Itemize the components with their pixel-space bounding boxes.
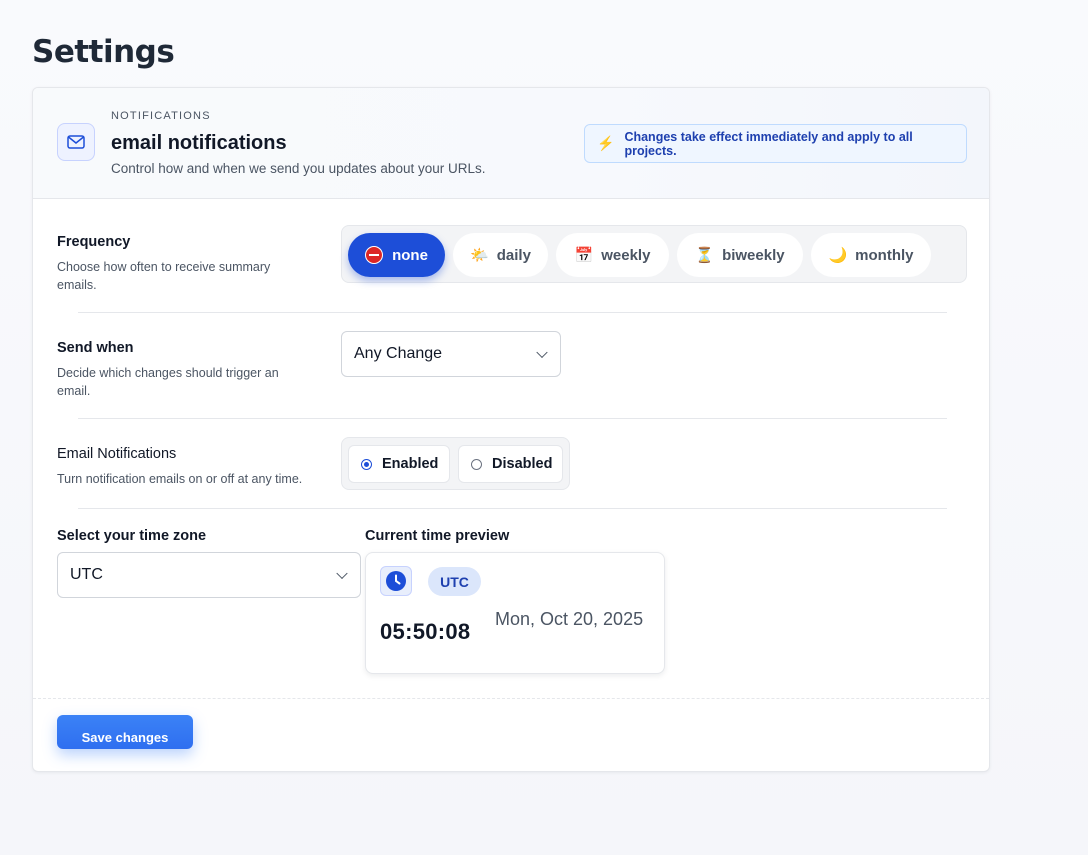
preview-time: 05:50:08 [380, 619, 471, 644]
frequency-option-monthly[interactable]: 🌙 monthly [811, 233, 931, 277]
row-divider [78, 508, 947, 509]
radio-indicator [361, 458, 372, 470]
frequency-option-label: daily [496, 246, 531, 264]
frequency-option-label: biweekly [722, 246, 785, 264]
radio-indicator [471, 458, 482, 470]
frequency-option-weekly[interactable]: 📅 weekly [556, 233, 669, 277]
section-subtitle: Control how and when we send you updates… [111, 161, 486, 176]
radio-label: Disabled [492, 456, 553, 472]
sun-behind-cloud-icon: 🌤️ [470, 247, 489, 264]
clock-icon [380, 566, 412, 596]
crescent-moon-icon: 🌙 [828, 247, 848, 264]
send-when-select[interactable]: Any Change [341, 331, 561, 377]
timezone-value: UTC [70, 566, 103, 583]
calendar-icon: 📅 [574, 247, 594, 264]
timezone-badge: UTC [428, 567, 481, 596]
radio-label: Enabled [382, 456, 439, 472]
frequency-option-label: monthly [855, 246, 914, 264]
hourglass-icon: ⏳ [695, 247, 715, 264]
footer-divider [33, 698, 989, 699]
mail-icon [57, 123, 95, 161]
frequency-option-daily[interactable]: 🌤️ daily [453, 233, 548, 277]
time-preview-card: UTC 05:50:08 Mon, Oct 20, 2025 [365, 552, 665, 674]
info-notice: ⚡ Changes take effect immediately and ap… [584, 124, 967, 163]
timezone-label: Select your time zone [57, 528, 207, 544]
chevron-down-icon [536, 346, 548, 359]
frequency-option-none[interactable]: none [348, 233, 445, 277]
frequency-label: Frequency [57, 234, 131, 250]
radio-enabled[interactable]: Enabled [348, 445, 450, 483]
email-notifications-radio-group: Enabled Disabled [341, 437, 570, 490]
email-notifications-label: Email Notifications [57, 446, 177, 462]
no-entry-icon [365, 246, 384, 264]
frequency-segmented-control: none 🌤️ daily 📅 weekly ⏳ biweekly 🌙 mont… [341, 225, 967, 283]
email-notifications-description: Turn notification emails on or off at an… [57, 472, 303, 486]
page-title: Settings [32, 34, 175, 70]
section-eyebrow: NOTIFICATIONS [111, 110, 211, 122]
notice-text: Changes take effect immediately and appl… [624, 129, 913, 158]
preview-date: Mon, Oct 20, 2025 [495, 609, 644, 629]
save-button[interactable]: Save changes [57, 715, 193, 749]
lightning-icon: ⚡ [597, 135, 615, 151]
frequency-option-label: weekly [601, 246, 651, 264]
frequency-option-label: none [392, 246, 428, 264]
timezone-select[interactable]: UTC [57, 552, 361, 598]
row-divider [78, 312, 947, 313]
frequency-description: Choose how often to receive summary emai… [57, 260, 271, 292]
settings-card: NOTIFICATIONS email notifications Contro… [32, 87, 990, 772]
row-divider [78, 418, 947, 419]
send-when-label: Send when [57, 340, 134, 356]
chevron-down-icon [336, 567, 348, 580]
radio-disabled[interactable]: Disabled [458, 445, 563, 483]
send-when-description: Decide which changes should trigger an e… [57, 366, 279, 398]
frequency-option-biweekly[interactable]: ⏳ biweekly [677, 233, 803, 277]
section-title: email notifications [111, 132, 287, 154]
preview-label: Current time preview [365, 528, 510, 544]
card-header: NOTIFICATIONS email notifications Contro… [33, 88, 989, 199]
send-when-value: Any Change [354, 345, 443, 362]
